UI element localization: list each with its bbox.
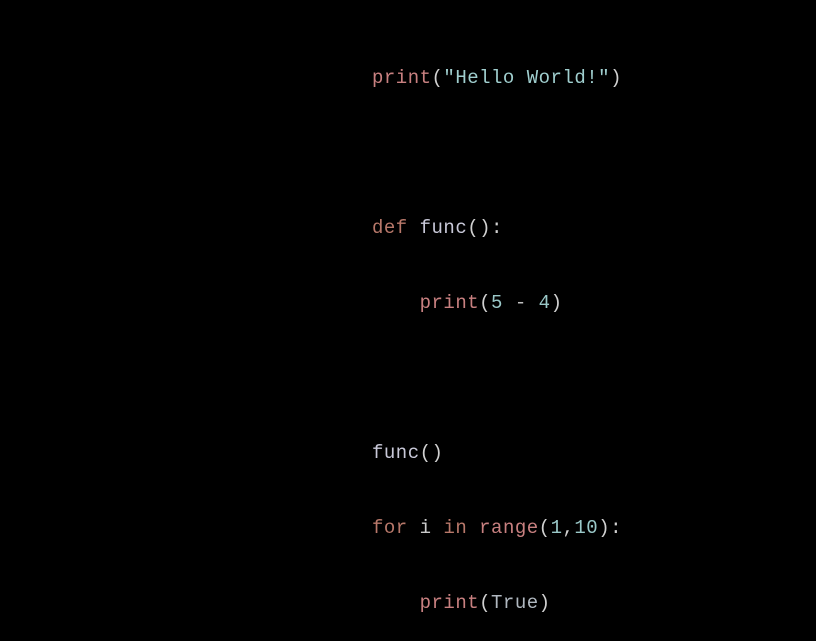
paren-open: ( — [479, 592, 491, 614]
paren-close: ) — [610, 67, 622, 89]
parens: () — [420, 442, 444, 464]
builtin-print: print — [372, 67, 432, 89]
code-editor: print("Hello World!") def func(): print(… — [372, 16, 622, 641]
keyword-in: in — [443, 517, 467, 539]
paren-close: ) — [598, 517, 610, 539]
function-name: func — [420, 217, 468, 239]
code-line-7: for i in range(1,10): — [372, 516, 622, 541]
identifier: i — [420, 517, 432, 539]
number-literal: 5 — [491, 292, 503, 314]
builtin-print: print — [420, 292, 480, 314]
code-line-4: print(5 - 4) — [372, 291, 622, 316]
function-call: func — [372, 442, 420, 464]
number-literal: 4 — [539, 292, 551, 314]
paren-open: ( — [432, 67, 444, 89]
comma: , — [562, 517, 574, 539]
number-literal: 1 — [551, 517, 563, 539]
blank-line — [372, 366, 622, 391]
paren-close: ) — [539, 592, 551, 614]
paren-open: ( — [539, 517, 551, 539]
keyword-def: def — [372, 217, 408, 239]
number-literal: 10 — [574, 517, 598, 539]
paren-open: ( — [479, 292, 491, 314]
code-line-1: print("Hello World!") — [372, 66, 622, 91]
operator-minus: - — [515, 292, 527, 314]
colon: : — [491, 217, 503, 239]
blank-line — [372, 141, 622, 166]
builtin-range: range — [479, 517, 539, 539]
code-line-8: print(True) — [372, 591, 622, 616]
colon: : — [610, 517, 622, 539]
parens: () — [467, 217, 491, 239]
paren-close: ) — [551, 292, 563, 314]
string-literal: "Hello World!" — [443, 67, 610, 89]
code-line-3: def func(): — [372, 216, 622, 241]
builtin-print: print — [420, 592, 480, 614]
keyword-for: for — [372, 517, 408, 539]
code-line-6: func() — [372, 441, 622, 466]
constant-true: True — [491, 592, 539, 614]
